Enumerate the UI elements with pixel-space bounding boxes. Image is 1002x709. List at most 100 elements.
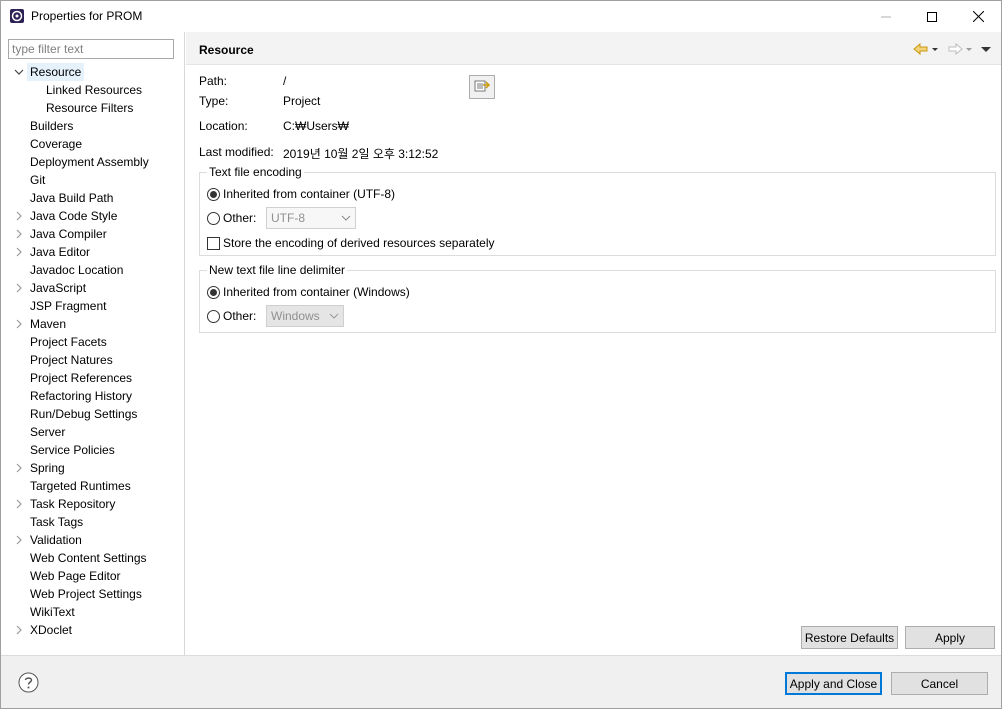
tree-item-label: Web Project Settings bbox=[30, 587, 142, 601]
help-icon[interactable] bbox=[18, 672, 39, 693]
tree-item-label: Resource bbox=[27, 63, 85, 81]
encoding-select-value: UTF-8 bbox=[271, 211, 305, 225]
chevron-right-icon[interactable] bbox=[14, 459, 24, 477]
line-delimiter-group: New text file line delimiter Inherited f… bbox=[199, 263, 996, 333]
chevron-right-icon[interactable] bbox=[14, 621, 24, 639]
back-dropdown-icon[interactable] bbox=[931, 42, 939, 56]
type-label: Type: bbox=[199, 94, 229, 108]
chevron-right-icon[interactable] bbox=[14, 207, 24, 225]
tree-item[interactable]: Resource Filters bbox=[1, 99, 185, 117]
encoding-select[interactable]: UTF-8 bbox=[266, 207, 356, 229]
tree-item[interactable]: Web Project Settings bbox=[1, 585, 185, 603]
tree-item-label: Project Natures bbox=[30, 353, 113, 367]
encoding-other-option[interactable]: Other: bbox=[207, 211, 256, 225]
tree-item[interactable]: Coverage bbox=[1, 135, 185, 153]
tree-item[interactable]: Maven bbox=[1, 315, 185, 333]
tree-item[interactable]: Git bbox=[1, 171, 185, 189]
forward-arrow-icon[interactable] bbox=[947, 42, 963, 56]
tree-item[interactable]: Web Content Settings bbox=[1, 549, 185, 567]
page-header: Resource bbox=[186, 32, 1001, 65]
tree-item[interactable]: Java Editor bbox=[1, 243, 185, 261]
chevron-right-icon[interactable] bbox=[14, 279, 24, 297]
tree-item-label: Git bbox=[30, 173, 46, 187]
tree-item-label: Coverage bbox=[30, 137, 83, 151]
forward-dropdown-icon[interactable] bbox=[965, 42, 973, 56]
chevron-right-icon[interactable] bbox=[14, 315, 24, 333]
tree-item-label: JSP Fragment bbox=[30, 299, 107, 313]
tree-item[interactable]: Task Tags bbox=[1, 513, 185, 531]
encoding-other-radio[interactable] bbox=[207, 211, 220, 225]
tree-item-label: WikiText bbox=[30, 605, 75, 619]
tree-item[interactable]: XDoclet bbox=[1, 621, 185, 639]
tree-item-label: XDoclet bbox=[30, 623, 73, 637]
modified-label: Last modified: bbox=[199, 145, 274, 159]
maximize-button[interactable] bbox=[909, 1, 955, 32]
open-folder-icon bbox=[474, 79, 491, 96]
encoding-inherited-option[interactable]: Inherited from container (UTF-8) bbox=[207, 187, 395, 201]
show-in-explorer-button[interactable] bbox=[469, 75, 495, 99]
tree-item[interactable]: Refactoring History bbox=[1, 387, 185, 405]
type-value: Project bbox=[283, 94, 321, 108]
apply-and-close-button[interactable]: Apply and Close bbox=[785, 672, 882, 695]
tree-item[interactable]: Javadoc Location bbox=[1, 261, 185, 279]
cancel-button[interactable]: Cancel bbox=[891, 672, 988, 695]
tree-item[interactable]: Java Code Style bbox=[1, 207, 185, 225]
chevron-right-icon[interactable] bbox=[14, 531, 24, 549]
tree-item-label: Task Repository bbox=[30, 497, 116, 511]
delimiter-inherited-radio[interactable] bbox=[207, 285, 220, 299]
store-derived-label: Store the encoding of derived resources … bbox=[223, 236, 495, 250]
tree-item[interactable]: Run/Debug Settings bbox=[1, 405, 185, 423]
tree-item-label: Deployment Assembly bbox=[30, 155, 149, 169]
delimiter-other-radio[interactable] bbox=[207, 309, 220, 323]
store-derived-checkbox[interactable] bbox=[207, 236, 220, 250]
eclipse-gear-icon bbox=[9, 8, 25, 24]
tree-item[interactable]: Server bbox=[1, 423, 185, 441]
store-derived-option[interactable]: Store the encoding of derived resources … bbox=[207, 236, 495, 250]
tree-item[interactable]: Service Policies bbox=[1, 441, 185, 459]
location-value: C:₩Users₩ bbox=[283, 119, 349, 133]
tree-item[interactable]: Web Page Editor bbox=[1, 567, 185, 585]
tree-item-label: JavaScript bbox=[30, 281, 87, 295]
filter-input[interactable] bbox=[8, 39, 174, 59]
tree-item-label: Refactoring History bbox=[30, 389, 133, 403]
tree-item[interactable]: Project Natures bbox=[1, 351, 185, 369]
tree-item[interactable]: WikiText bbox=[1, 603, 185, 621]
back-arrow-icon[interactable] bbox=[913, 42, 929, 56]
encoding-inherited-radio[interactable] bbox=[207, 187, 220, 201]
tree-item[interactable]: Java Compiler bbox=[1, 225, 185, 243]
tree-item[interactable]: Java Build Path bbox=[1, 189, 185, 207]
delimiter-other-label: Other: bbox=[223, 309, 257, 323]
delimiter-inherited-option[interactable]: Inherited from container (Windows) bbox=[207, 285, 410, 299]
tree-item[interactable]: JavaScript bbox=[1, 279, 185, 297]
chevron-right-icon[interactable] bbox=[14, 495, 24, 513]
tree-item[interactable]: Project Facets bbox=[1, 333, 185, 351]
path-label: Path: bbox=[199, 74, 228, 88]
chevron-down-icon[interactable] bbox=[14, 63, 24, 81]
delimiter-other-option[interactable]: Other: bbox=[207, 309, 256, 323]
chevron-right-icon[interactable] bbox=[14, 243, 24, 261]
tree-item[interactable]: Resource bbox=[1, 63, 185, 81]
tree-item[interactable]: Builders bbox=[1, 117, 185, 135]
close-button[interactable] bbox=[955, 1, 1001, 32]
tree-item[interactable]: Validation bbox=[1, 531, 185, 549]
minimize-button[interactable] bbox=[863, 1, 909, 32]
tree-item-label: Project Facets bbox=[30, 335, 107, 349]
dialog-footer: Apply and Close Cancel bbox=[1, 655, 1001, 708]
maximize-icon bbox=[927, 11, 937, 22]
apply-button[interactable]: Apply bbox=[905, 626, 995, 649]
chevron-right-icon[interactable] bbox=[14, 225, 24, 243]
tree-item[interactable]: Deployment Assembly bbox=[1, 153, 185, 171]
tree-item[interactable]: Project References bbox=[1, 369, 185, 387]
delimiter-select[interactable]: Windows bbox=[266, 305, 344, 327]
view-menu-icon[interactable] bbox=[981, 42, 991, 56]
minimize-icon bbox=[881, 12, 891, 22]
tree-item[interactable]: Task Repository bbox=[1, 495, 185, 513]
tree-item[interactable]: Spring bbox=[1, 459, 185, 477]
tree-item[interactable]: Targeted Runtimes bbox=[1, 477, 185, 495]
tree-item[interactable]: Linked Resources bbox=[1, 81, 185, 99]
tree-item-label: Targeted Runtimes bbox=[30, 479, 131, 493]
modified-value: 2019년 10월 2일 오후 3:12:52 bbox=[283, 147, 439, 161]
tree-item-label: Project References bbox=[30, 371, 133, 385]
tree-item[interactable]: JSP Fragment bbox=[1, 297, 185, 315]
restore-defaults-button[interactable]: Restore Defaults bbox=[801, 626, 898, 649]
